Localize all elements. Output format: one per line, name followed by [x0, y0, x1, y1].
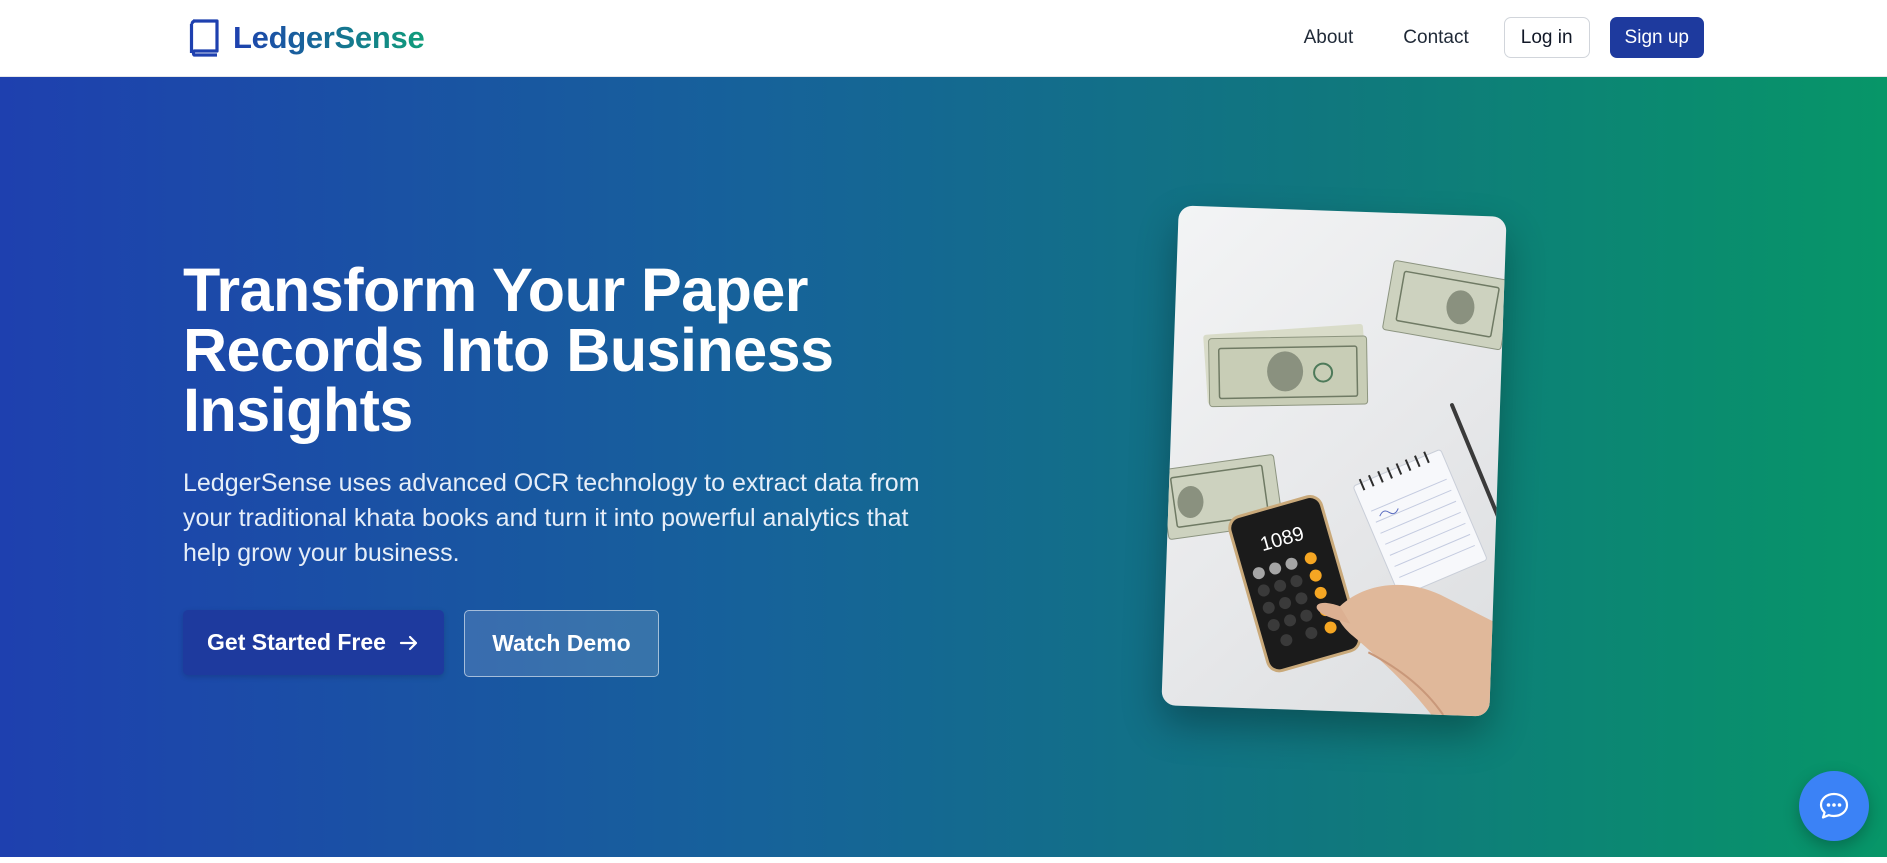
nav-link-about[interactable]: About [1304, 27, 1354, 49]
chat-bubble-icon [1819, 792, 1849, 819]
get-started-button[interactable]: Get Started Free [183, 610, 444, 675]
hero-image: 1089 [1161, 205, 1507, 717]
signup-button[interactable]: Sign up [1609, 17, 1704, 58]
main-nav: About Contact Log in Sign up [1304, 17, 1704, 58]
top-navbar: LedgerSense About Contact Log in Sign up [0, 0, 1887, 77]
money-calculator-notepad-photo: 1089 [1161, 260, 1507, 717]
hero-subtitle: LedgerSense uses advanced OCR technology… [183, 469, 920, 567]
brand-name: LedgerSense [233, 20, 425, 55]
book-icon [189, 19, 219, 57]
calculator-phone: 1089 [1228, 495, 1361, 673]
arrow-right-icon [399, 635, 418, 650]
dollar-bills-stack [1203, 323, 1369, 408]
chat-button[interactable] [1799, 771, 1869, 841]
dollar-bill-top-right [1382, 260, 1507, 351]
login-button[interactable]: Log in [1503, 17, 1590, 58]
watch-demo-button[interactable]: Watch Demo [464, 610, 659, 677]
brand-logo[interactable]: LedgerSense [187, 16, 425, 60]
hero-title: Transform Your Paper Records Into Busine… [183, 256, 834, 444]
hero-cta-group: Get Started Free Watch Demo [183, 610, 659, 677]
get-started-label: Get Started Free [207, 629, 386, 655]
hero-section: Transform Your Paper Records Into Busine… [0, 77, 1887, 857]
nav-link-contact[interactable]: Contact [1403, 27, 1468, 49]
notepad [1353, 449, 1487, 597]
